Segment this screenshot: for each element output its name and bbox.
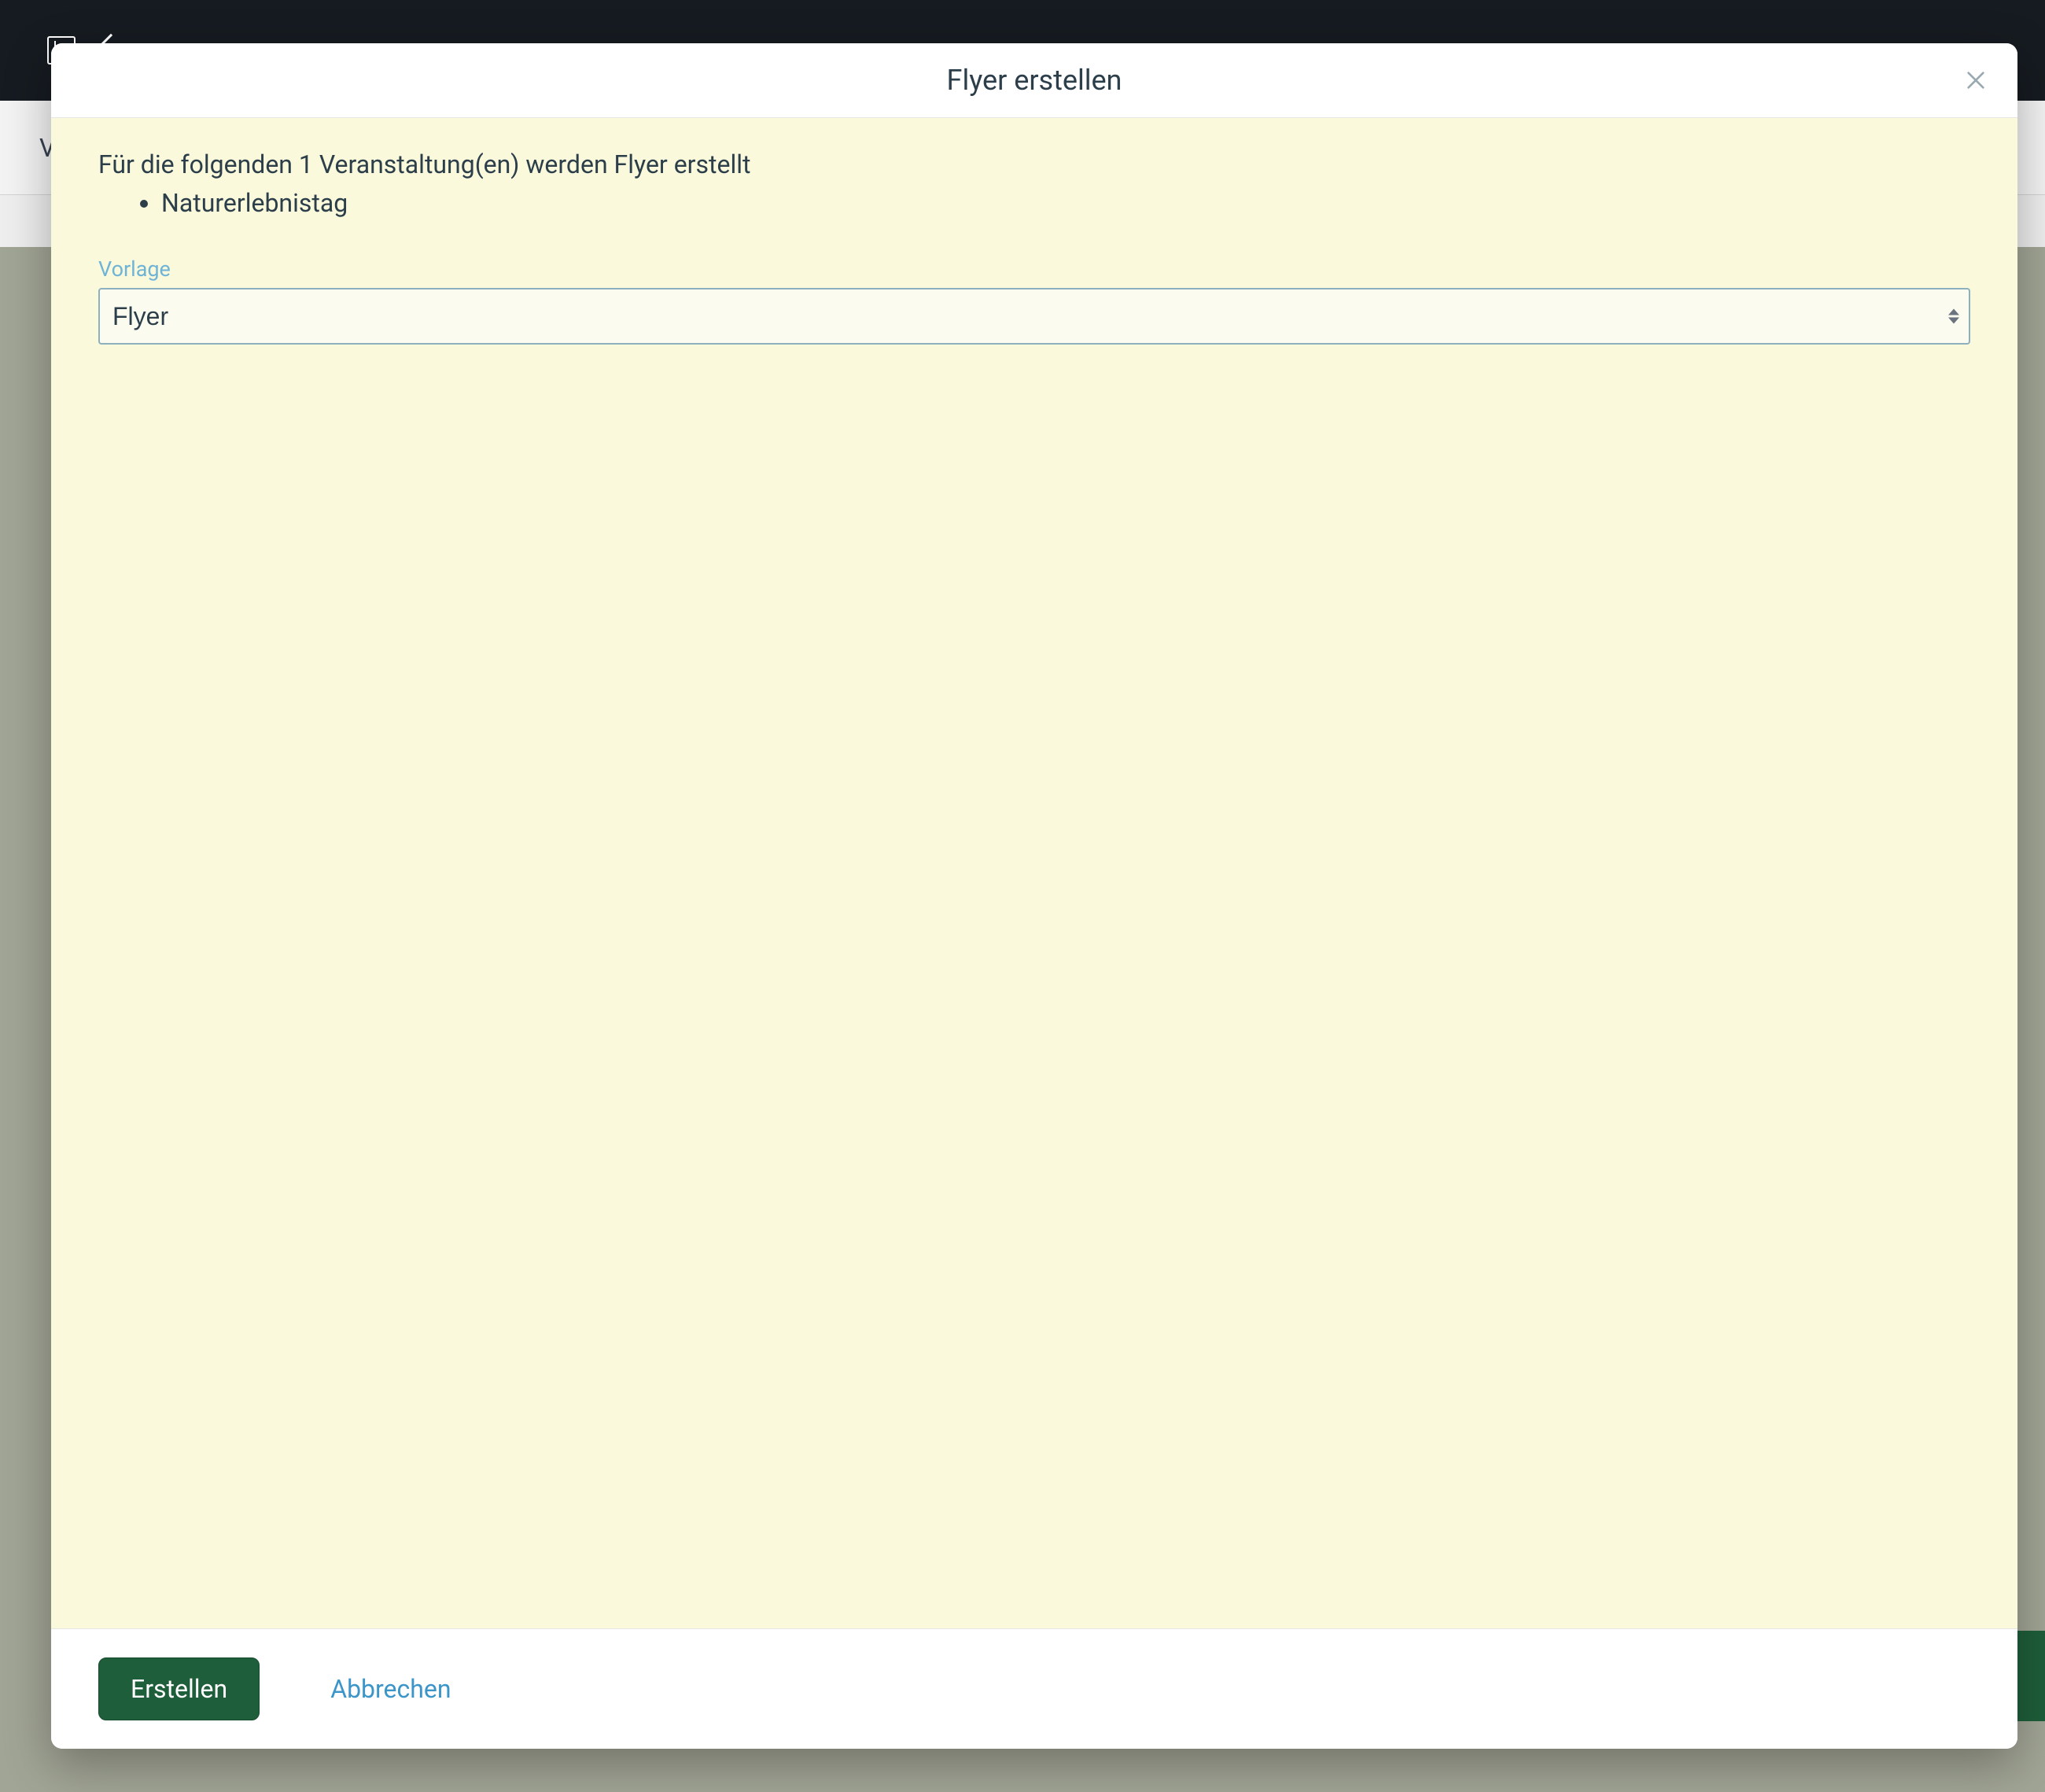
intro-text: Für die folgenden 1 Veranstaltung(en) we… [98,149,1970,179]
template-select-wrap: Flyer [98,288,1970,345]
list-item: Naturerlebnistag [161,184,1970,222]
create-button[interactable]: Erstellen [98,1657,260,1720]
close-button[interactable] [1961,65,1991,95]
flyer-create-modal: Flyer erstellen Für die folgenden 1 Vera… [51,43,2017,1749]
modal-body: Für die folgenden 1 Veranstaltung(en) we… [51,118,2017,1628]
template-select[interactable]: Flyer [98,288,1970,345]
cancel-button[interactable]: Abbrechen [330,1674,451,1704]
event-list: Naturerlebnistag [161,184,1970,222]
template-label: Vorlage [98,256,1970,282]
modal-header: Flyer erstellen [51,43,2017,118]
modal-title: Flyer erstellen [947,64,1122,97]
modal-footer: Erstellen Abbrechen [51,1628,2017,1749]
modal-overlay: Flyer erstellen Für die folgenden 1 Vera… [0,0,2045,1792]
close-icon [1963,68,1988,93]
